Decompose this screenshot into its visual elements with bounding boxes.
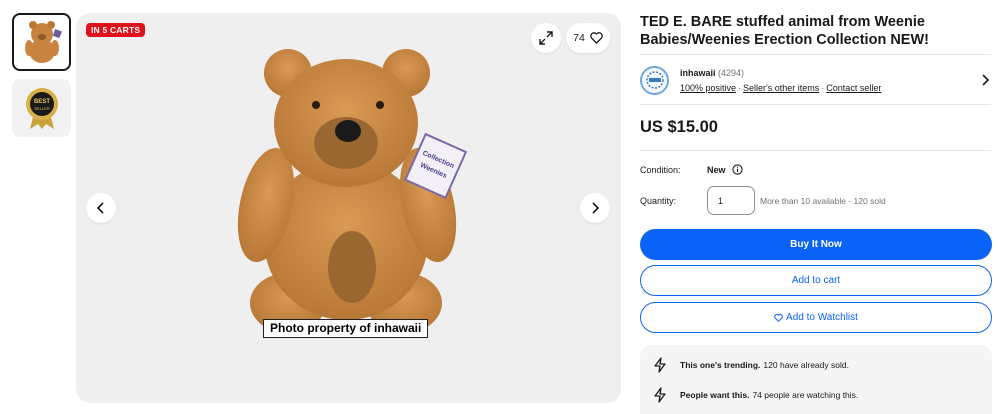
price: US $15.00 — [640, 118, 718, 136]
divider — [640, 54, 991, 55]
thumbnail-best-seller[interactable]: BEST SELLER — [12, 79, 71, 137]
condition-value-group: New — [707, 164, 743, 175]
chevron-right-icon[interactable] — [979, 74, 991, 86]
seller-links: 100% positive · Seller's other items · Conta… — [680, 82, 882, 93]
previous-image-button[interactable] — [86, 193, 116, 223]
signal-watching: People want this. 74 people are watching… — [653, 387, 858, 403]
seller-name[interactable]: inhawaii — [680, 68, 716, 78]
watch-count: 74 — [573, 32, 585, 44]
best-seller-badge-icon: BEST SELLER — [25, 88, 58, 129]
positive-feedback-link[interactable]: 100% positive — [680, 83, 736, 93]
seller-logo-icon — [645, 71, 664, 89]
signal-trending-text: 120 have already sold. — [763, 360, 849, 370]
chevron-right-icon — [592, 202, 600, 214]
thumbnail-bear[interactable] — [12, 13, 71, 71]
quantity-label: Quantity: — [640, 196, 677, 206]
teddy-bear-image: Collection Weenies — [237, 49, 468, 333]
add-to-cart-button[interactable]: Add to cart — [640, 265, 992, 296]
expand-icon — [539, 31, 553, 45]
listing-title: TED E. BARE stuffed animal from Weenie B… — [640, 14, 929, 48]
signal-watching-text: 74 people are watching this. — [752, 390, 859, 400]
lightning-icon — [654, 387, 666, 403]
watch-count-button[interactable]: 74 — [566, 23, 610, 53]
add-to-watchlist-label: Add to Watchlist — [786, 312, 858, 323]
quantity-input[interactable]: 1 — [707, 186, 755, 215]
svg-text:SELLER: SELLER — [34, 106, 49, 111]
heart-icon — [590, 32, 603, 44]
seller-card[interactable]: inhawaii (4294) 100% positive · Seller's o… — [640, 62, 991, 98]
contact-seller-link[interactable]: Contact seller — [826, 83, 881, 93]
signal-watching-bold: People want this. — [680, 390, 750, 400]
availability-text: More than 10 available · 120 sold — [760, 196, 886, 206]
seller-logo — [640, 65, 669, 95]
chevron-left-icon — [96, 202, 104, 214]
condition-value: New — [707, 164, 726, 175]
seller-name-line: inhawaii (4294) — [680, 68, 979, 78]
info-icon[interactable] — [731, 164, 743, 175]
photo-watermark: Photo property of inhawaii — [263, 319, 429, 338]
signal-trending: This one's trending. 120 have already so… — [653, 357, 849, 373]
divider — [640, 104, 991, 105]
seller-feedback-count: (4294) — [718, 67, 745, 78]
seller-info: inhawaii (4294) 100% positive · Seller's o… — [680, 68, 979, 93]
add-to-watchlist-button[interactable]: Add to Watchlist — [640, 302, 992, 333]
svg-text:BEST: BEST — [33, 99, 49, 105]
bear-thumbnail-image — [24, 21, 62, 63]
heart-icon — [774, 313, 783, 322]
expand-image-button[interactable] — [531, 23, 561, 53]
next-image-button[interactable] — [580, 193, 610, 223]
main-image-viewer[interactable]: Collection Weenies IN 5 CARTS 74 Photo p… — [76, 13, 621, 403]
signal-trending-bold: This one's trending. — [680, 360, 761, 370]
condition-label: Condition: — [640, 165, 681, 175]
seller-other-items-link[interactable]: Seller's other items — [743, 83, 819, 93]
in-carts-badge: IN 5 CARTS — [86, 23, 146, 37]
buy-it-now-button[interactable]: Buy It Now — [640, 229, 992, 260]
trending-signals: This one's trending. 120 have already so… — [640, 345, 992, 414]
divider — [640, 150, 991, 151]
lightning-icon — [654, 357, 666, 373]
